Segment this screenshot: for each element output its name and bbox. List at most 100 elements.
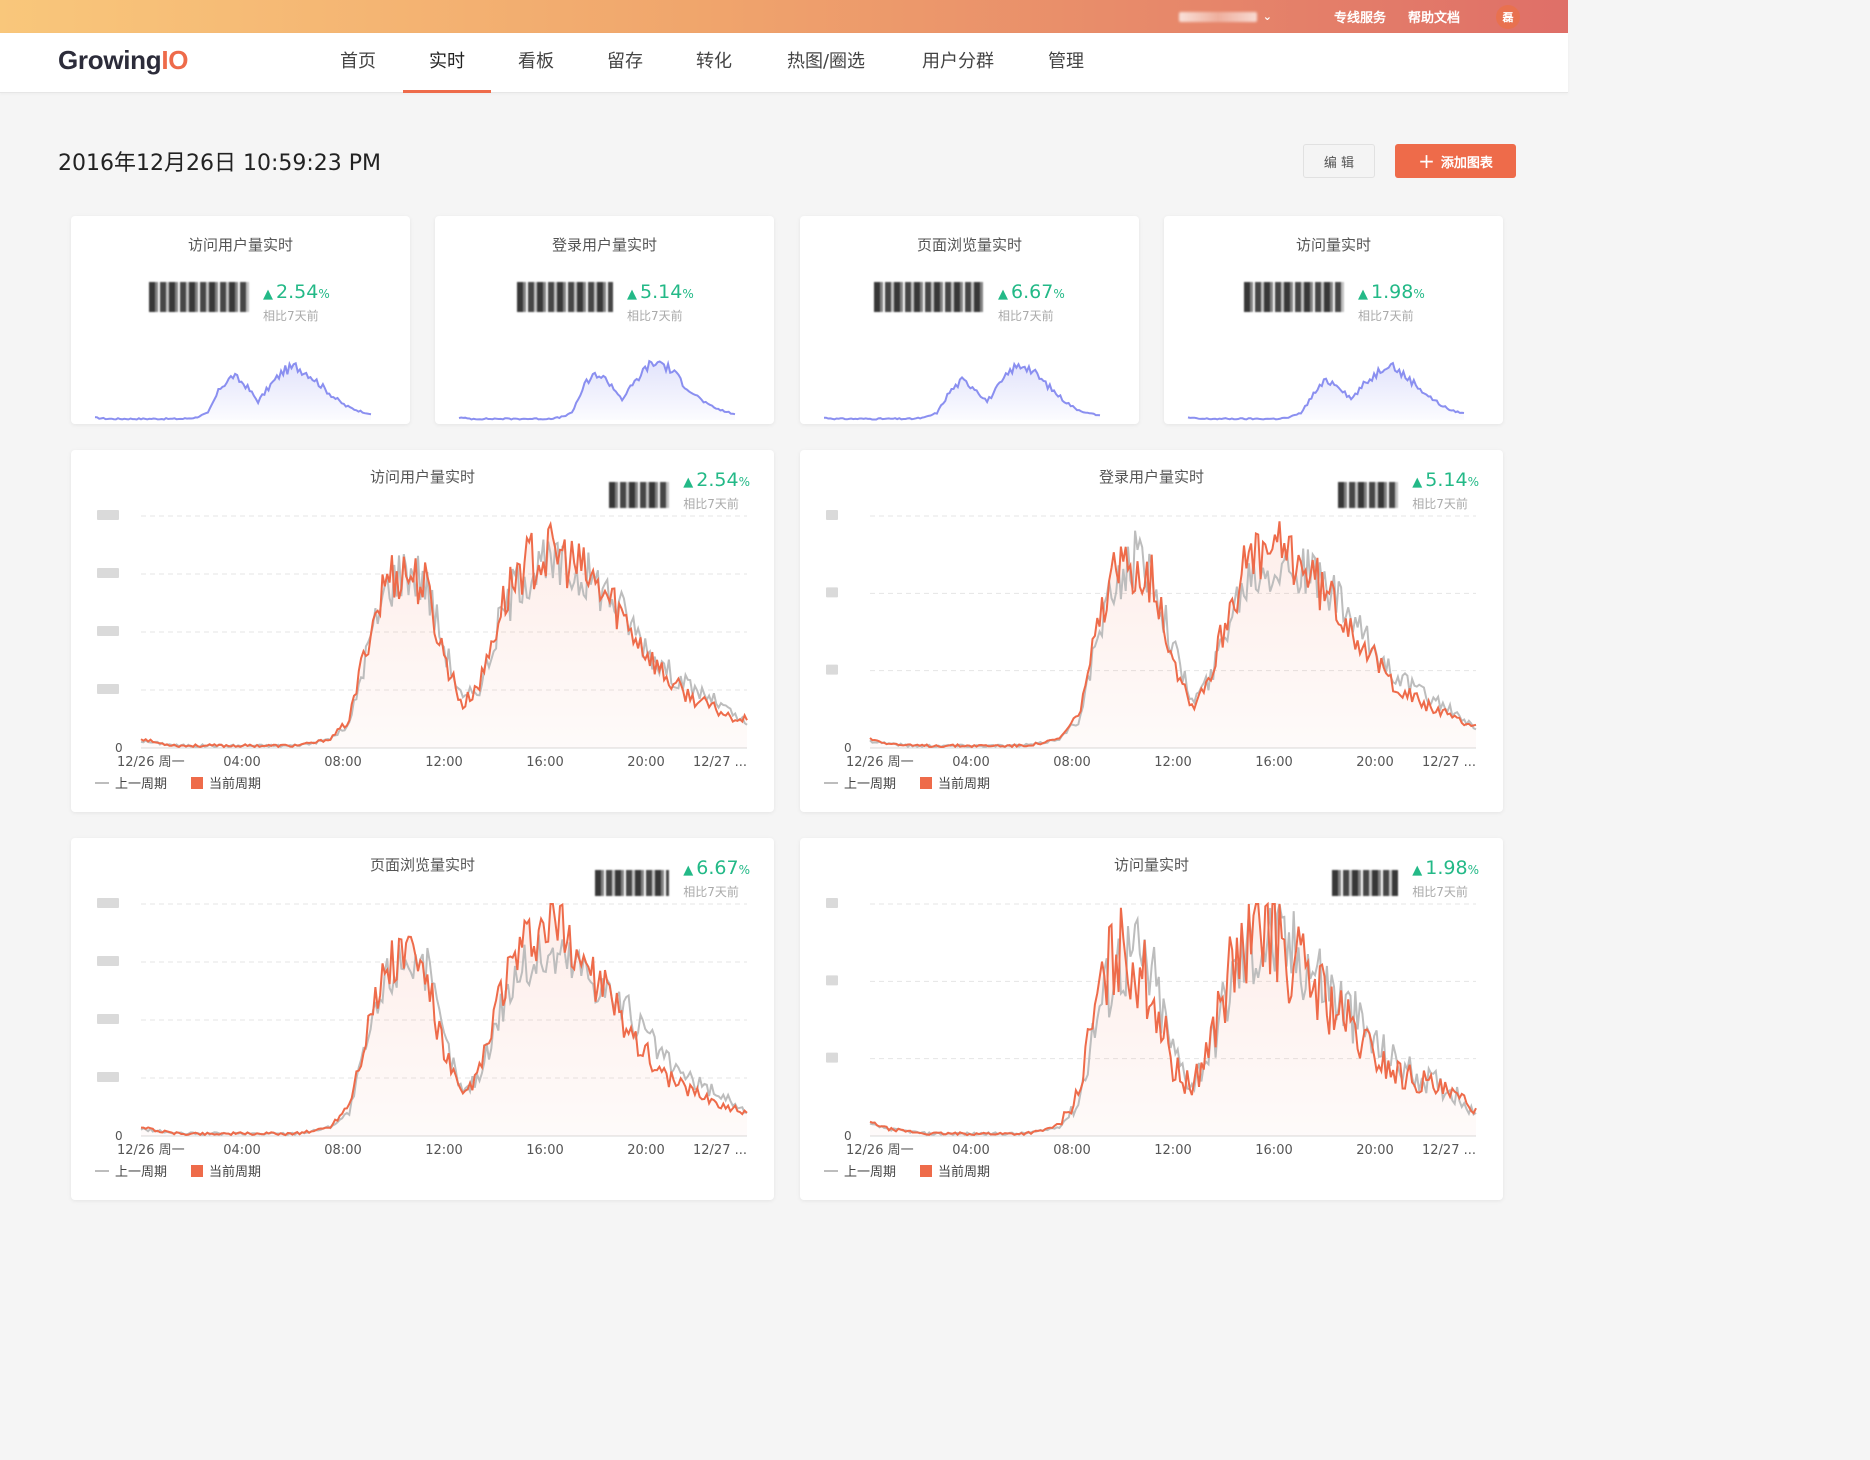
line-chart[interactable]: 012/26 周一 04:00 08:00 12:00 16:00 20:00 12/27 … [800, 450, 1503, 812]
tab-user-segments[interactable]: 用户分群 [910, 33, 1006, 93]
sparkline-area [95, 363, 371, 420]
kpi-sparkline [824, 361, 1101, 421]
kpi-card-pageviews[interactable]: 页面浏览量实时 ▲ 6.67% 相比7天前 [800, 216, 1139, 424]
legend-prev-swatch[interactable] [824, 1169, 838, 1172]
tab-heatmap[interactable]: 热图/圈选 [774, 33, 878, 93]
y-tick-label-masked [97, 1072, 119, 1082]
chart-legend: 上一周期 当前周期 [824, 773, 990, 792]
legend-prev-label[interactable]: 上一周期 [115, 1161, 167, 1180]
x-tick-label: 20:00 [1356, 1143, 1393, 1158]
x-tick-label: 04:00 [223, 1143, 260, 1158]
page-datetime: 2016年12月26日 10:59:23 PM [58, 151, 382, 176]
legend-current-label[interactable]: 当前周期 [209, 1161, 261, 1180]
current-area [870, 521, 1476, 748]
edit-button[interactable]: 编 辑 [1303, 144, 1375, 178]
x-tick-label: 16:00 [1255, 1143, 1292, 1158]
legend-prev-label[interactable]: 上一周期 [844, 773, 896, 792]
line-chart[interactable]: 012/26 周一 04:00 08:00 12:00 16:00 20:00 12/27 … [71, 838, 774, 1200]
legend-current-swatch[interactable] [920, 776, 933, 789]
y-tick-label-masked [826, 510, 838, 520]
y-tick-zero: 0 [115, 1129, 123, 1143]
x-tick-label: 04:00 [952, 755, 989, 770]
legend-current-swatch[interactable] [191, 776, 204, 789]
tab-retention[interactable]: 留存 [597, 33, 653, 93]
x-tick-label: 12/27 ... [693, 755, 747, 770]
sparkline-area [459, 361, 735, 420]
x-tick-label: 16:00 [526, 1143, 563, 1158]
legend-prev-swatch[interactable] [95, 781, 109, 784]
legend-current-label[interactable]: 当前周期 [938, 773, 990, 792]
legend-current-label[interactable]: 当前周期 [938, 1161, 990, 1180]
plus-icon: + [1418, 149, 1435, 173]
x-tick-label: 12/27 ... [1422, 755, 1476, 770]
kpi-sparkline [458, 359, 736, 421]
x-tick-label: 12/27 ... [1422, 1143, 1476, 1158]
x-tick-label: 04:00 [952, 1143, 989, 1158]
y-tick-label-masked [826, 664, 838, 675]
chart-card-logins[interactable]: 登录用户量实时 ▲ 5.14% 相比7天前 0 12/26 周一 04:00 08:00… [800, 450, 1503, 812]
y-tick-label-masked [97, 626, 119, 636]
y-tick-label-masked [826, 587, 838, 598]
y-tick-label-masked [97, 568, 119, 578]
link-dedicated-service[interactable]: 专线服务 [1334, 7, 1386, 26]
x-tick-label: 16:00 [526, 755, 563, 770]
tab-home[interactable]: 首页 [330, 33, 386, 93]
y-tick-label-masked [97, 1014, 119, 1024]
legend-prev-label[interactable]: 上一周期 [844, 1161, 896, 1180]
logo-text: Growing [58, 45, 162, 75]
current-area [141, 524, 747, 748]
chart-card-visitors[interactable]: 访问用户量实时 ▲ 2.54% 相比7天前 0 12/26 周一 04:00 08:00… [71, 450, 774, 812]
current-area [870, 904, 1476, 1136]
x-tick-label: 12/26 周一 [846, 1143, 914, 1158]
avatar[interactable]: 磊 [1496, 4, 1520, 29]
line-chart[interactable]: 012/26 周一 04:00 08:00 12:00 16:00 20:00 12/27 … [71, 450, 774, 812]
y-tick-zero: 0 [844, 741, 852, 755]
sparkline-area [824, 364, 1100, 420]
x-tick-label: 20:00 [627, 755, 664, 770]
line-chart[interactable]: 012/26 周一 04:00 08:00 12:00 16:00 20:00 12/27 … [800, 838, 1503, 1200]
add-chart-label: 添加图表 [1440, 155, 1493, 171]
kpi-card-visits[interactable]: 访问量实时 ▲ 1.98% 相比7天前 [1164, 216, 1503, 424]
chart-card-pageviews[interactable]: 页面浏览量实时 ▲ 6.67% 相比7天前 0 12/26 周一 04:00 08:00… [71, 838, 774, 1200]
y-tick-label-masked [826, 975, 838, 986]
x-tick-label: 12:00 [425, 755, 462, 770]
legend-prev-label[interactable]: 上一周期 [115, 773, 167, 792]
logo[interactable]: GrowingIO [58, 45, 189, 76]
kpi-card-logins[interactable]: 登录用户量实时 ▲ 5.14% 相比7天前 [435, 216, 774, 424]
x-tick-label: 04:00 [223, 755, 260, 770]
tab-conversion[interactable]: 转化 [686, 33, 742, 93]
x-tick-label: 12/26 周一 [846, 755, 914, 770]
chart-card-visits[interactable]: 访问量实时 ▲ 1.98% 相比7天前 0 12/26 周一 04:00 08:00 12… [800, 838, 1503, 1200]
legend-prev-swatch[interactable] [824, 781, 838, 784]
legend-prev-swatch[interactable] [95, 1169, 109, 1172]
x-tick-label: 12/26 周一 [117, 755, 185, 770]
x-tick-label: 08:00 [1053, 755, 1090, 770]
x-tick-label: 12/26 周一 [117, 1143, 185, 1158]
legend-current-swatch[interactable] [920, 1164, 933, 1177]
y-tick-label-masked [97, 898, 119, 908]
x-tick-label: 12:00 [1154, 1143, 1191, 1158]
tab-realtime[interactable]: 实时 [403, 33, 491, 93]
x-tick-label: 12:00 [425, 1143, 462, 1158]
y-tick-label-masked [97, 510, 119, 520]
legend-current-label[interactable]: 当前周期 [209, 773, 261, 792]
x-tick-label: 08:00 [1053, 1143, 1090, 1158]
y-tick-zero: 0 [115, 741, 123, 755]
kpi-card-visitors[interactable]: 访问用户量实时 ▲ 2.54% 相比7天前 [71, 216, 410, 424]
y-tick-label-masked [97, 684, 119, 694]
account-menu[interactable]: ⌄ [1178, 10, 1272, 23]
x-tick-label: 20:00 [1356, 755, 1393, 770]
x-tick-label: 20:00 [627, 1143, 664, 1158]
tab-dashboard[interactable]: 看板 [508, 33, 564, 93]
tab-admin[interactable]: 管理 [1038, 33, 1094, 93]
legend-current-swatch[interactable] [191, 1164, 204, 1177]
chart-legend: 上一周期 当前周期 [95, 773, 261, 792]
x-tick-label: 16:00 [1255, 755, 1292, 770]
link-help-docs[interactable]: 帮助文档 [1408, 7, 1460, 26]
x-tick-label: 08:00 [324, 755, 361, 770]
y-tick-label-masked [826, 1052, 838, 1063]
x-tick-label: 12:00 [1154, 755, 1191, 770]
y-tick-zero: 0 [844, 1129, 852, 1143]
add-chart-button[interactable]: + 添加图表 [1395, 144, 1516, 178]
top-bar: ⌄ 专线服务 帮助文档 磊 [0, 0, 1568, 33]
